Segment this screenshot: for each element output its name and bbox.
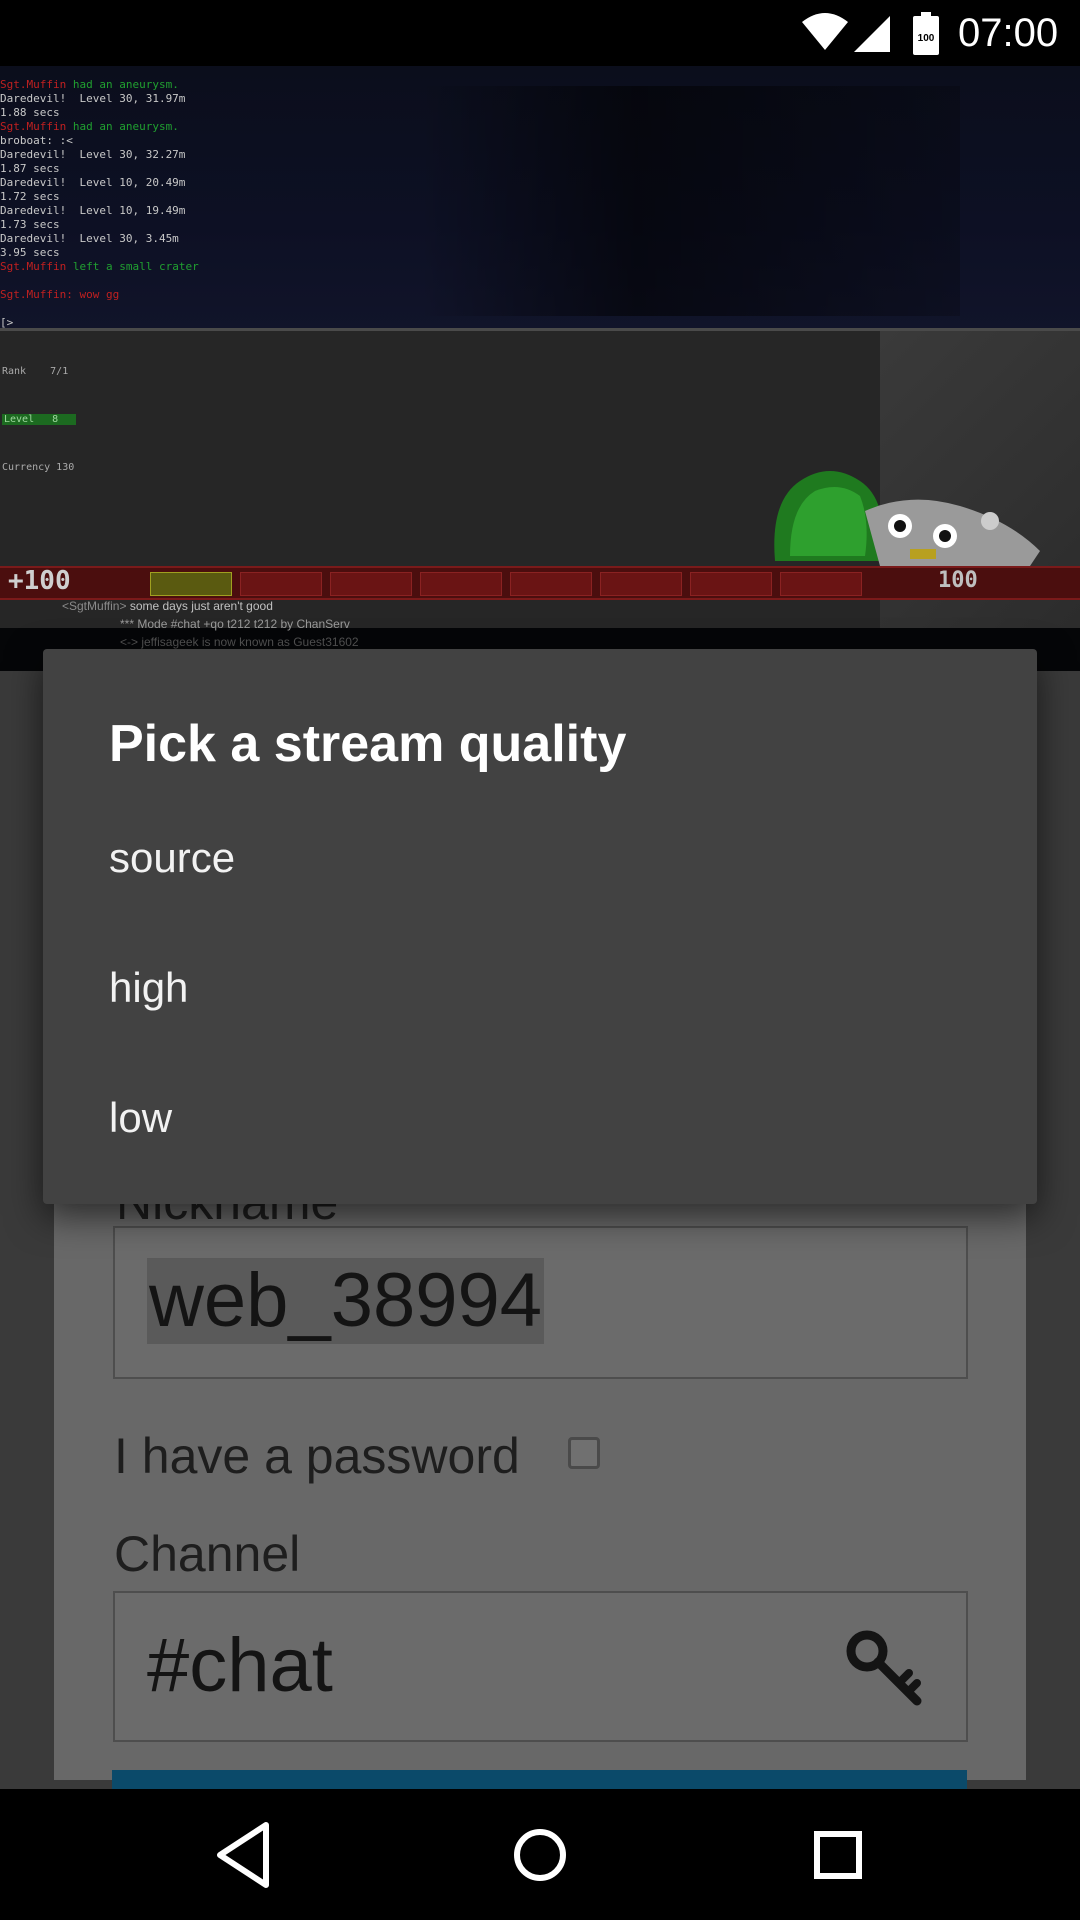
battery-level-label: 100 (918, 33, 935, 44)
game-log-line: broboat: :< (0, 134, 73, 147)
quality-option-label: source (109, 834, 236, 881)
cellular-signal-icon (854, 16, 890, 52)
game-character (774, 471, 1040, 566)
game-log: Sgt.Muffin had an aneurysm. Daredevil! Le… (0, 78, 199, 330)
game-log-line (0, 302, 199, 316)
video-sky-shade (420, 86, 960, 316)
status-bar: 100 07:00 (0, 0, 1080, 66)
player-currency: Currency 130 (2, 462, 75, 473)
hud-health: +100 (8, 566, 71, 596)
game-hud-bar (0, 566, 1080, 600)
game-log-line: 1.87 secs (0, 162, 60, 175)
screen: 100 07:00 Sgt.Muffin had an aneurysm. Dar… (0, 0, 1080, 1920)
irc-line: *** Mode #chat +qo t212 t212 by ChanServ (120, 616, 350, 632)
game-log-line: 1.88 secs (0, 106, 60, 119)
channel-value: #chat (147, 1623, 333, 1708)
quality-option-high[interactable]: high (43, 925, 1037, 1055)
irc-text: <-> jeffisageek is now known as Guest316… (120, 635, 359, 649)
irc-line: <-> jeffisageek is now known as Guest316… (120, 634, 359, 650)
channel-label: Channel (114, 1526, 301, 1582)
game-log-line: Daredevil! Level 10, 19.49m (0, 204, 186, 217)
quality-option-low[interactable]: low (43, 1055, 1037, 1185)
key-icon[interactable] (845, 1629, 925, 1709)
irc-text: *** Mode #chat +qo t212 t212 by ChanServ (120, 617, 350, 631)
stream-quality-dialog: Pick a stream quality source high low (43, 649, 1037, 1204)
game-log-line: Sgt.Muffin had an aneurysm. (0, 78, 179, 91)
stream-video[interactable]: Sgt.Muffin had an aneurysm. Daredevil! Le… (0, 66, 1080, 671)
navigation-bar (0, 1789, 1080, 1920)
game-log-line: Sgt.Muffin had an aneurysm. (0, 120, 179, 133)
game-log-line: Daredevil! Level 30, 3.45m (0, 232, 179, 245)
quality-option-label: low (109, 1094, 173, 1141)
dialog-title: Pick a stream quality (109, 715, 627, 773)
wifi-icon (802, 13, 848, 50)
hud-ammo: 100 (938, 568, 978, 593)
player-rank: Rank 7/1 (2, 366, 69, 377)
game-log-line: Daredevil! Level 30, 32.27m (0, 148, 186, 161)
irc-nick: <SgtMuffin> (62, 599, 127, 613)
channel-field[interactable]: #chat (113, 1591, 968, 1742)
game-log-line: Sgt.Muffin: wow gg (0, 288, 120, 301)
irc-text: some days just aren't good (126, 599, 273, 613)
quality-option-label: high (109, 964, 189, 1011)
game-log-line: Daredevil! Level 10, 20.49m (0, 176, 186, 189)
password-label: I have a password (114, 1428, 520, 1484)
nickname-field[interactable]: web_38994 (113, 1226, 968, 1379)
game-log-line: 1.73 secs (0, 218, 60, 231)
player-stats: Rank 7/1 Level 8 Currency 130 (2, 332, 77, 508)
game-log-line: 1.72 secs (0, 190, 60, 203)
game-log-line (0, 274, 199, 288)
battery-icon: 100 (913, 12, 939, 55)
game-log-line: 3.95 secs (0, 246, 60, 259)
recents-icon[interactable] (798, 1817, 878, 1893)
password-checkbox[interactable] (568, 1437, 600, 1469)
game-log-line: Daredevil! Level 30, 31.97m (0, 92, 186, 105)
irc-line: <SgtMuffin> some days just aren't good (62, 598, 273, 614)
game-log-line: Sgt.Muffin left a small crater (0, 260, 199, 273)
game-log-line: [> (0, 316, 14, 329)
home-icon[interactable] (500, 1817, 580, 1893)
quality-option-source[interactable]: source (43, 795, 1037, 925)
connect-button[interactable] (112, 1770, 967, 1790)
connect-form: Nickname web_38994 I have a password Cha… (54, 1174, 1026, 1780)
nickname-value: web_38994 (147, 1258, 545, 1344)
status-time: 07:00 (958, 11, 1059, 55)
player-level: Level 8 (2, 414, 77, 425)
back-icon[interactable] (204, 1817, 284, 1893)
